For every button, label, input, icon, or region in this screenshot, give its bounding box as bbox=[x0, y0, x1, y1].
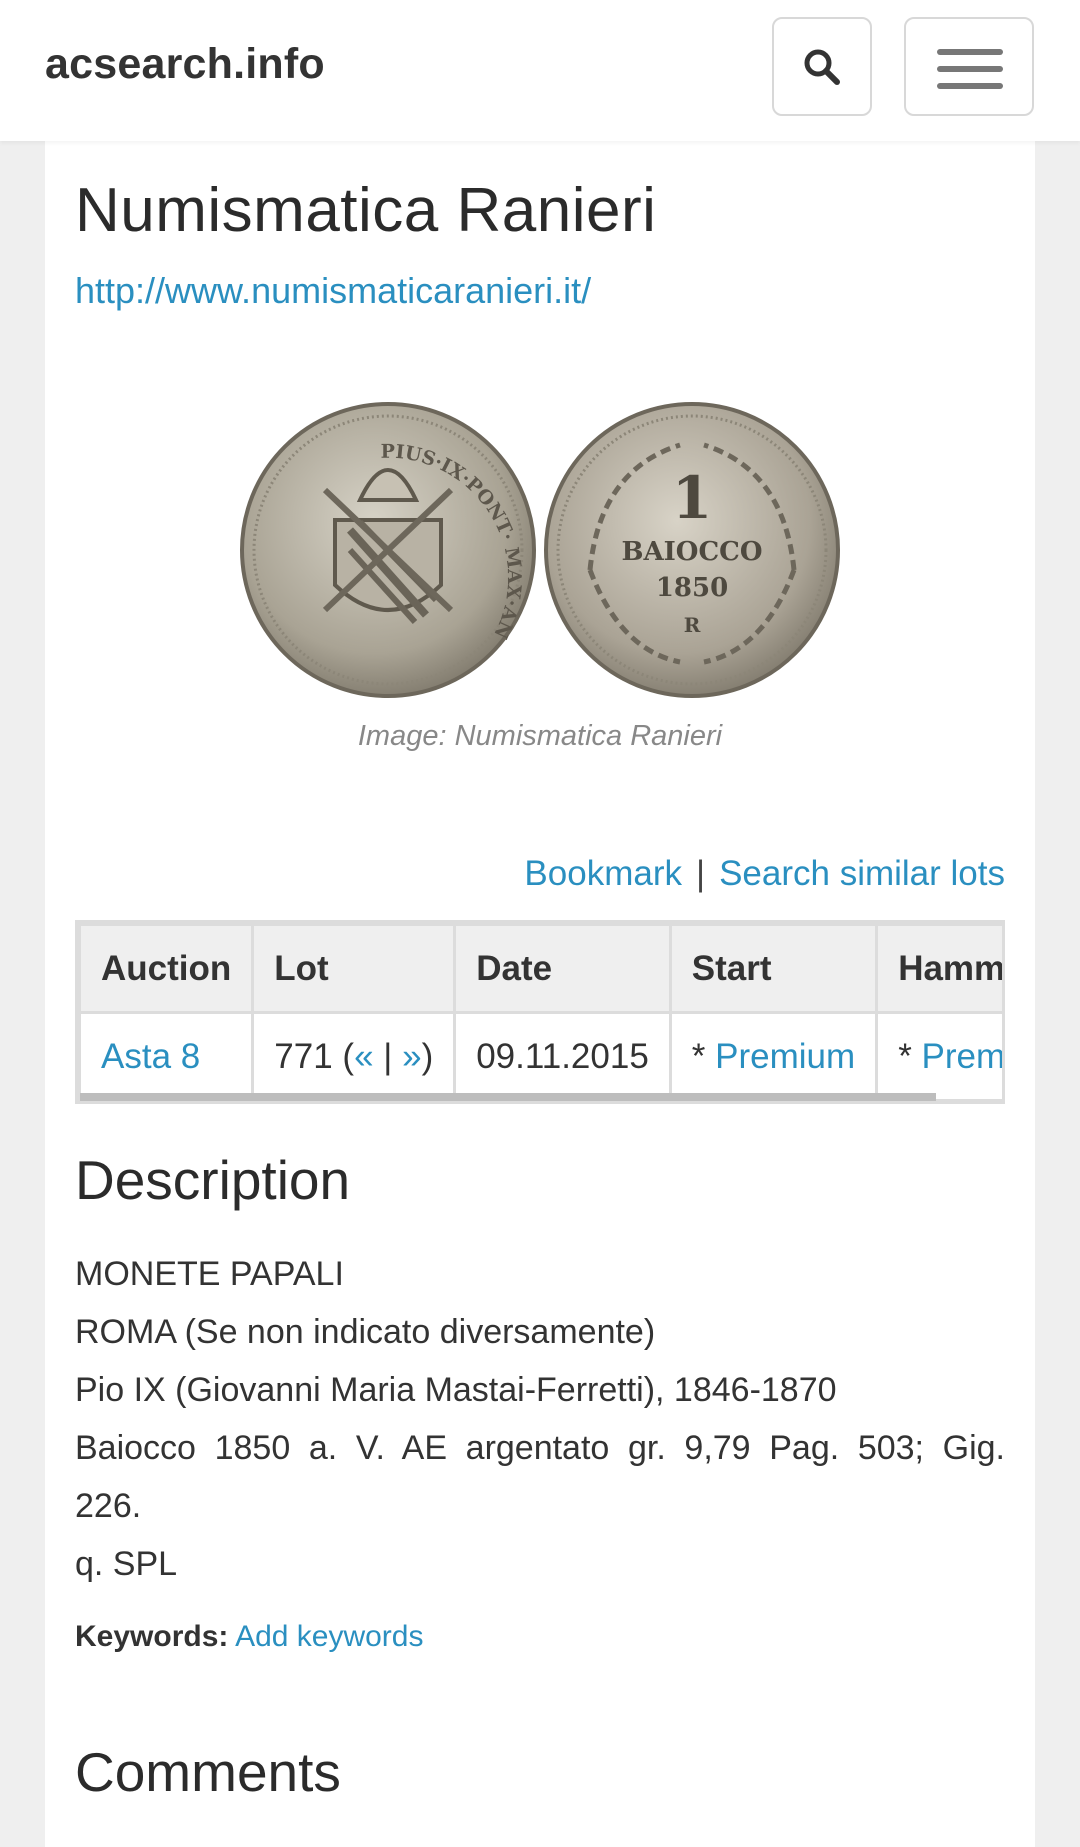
svg-text:1850: 1850 bbox=[656, 573, 728, 603]
lot-number: 771 bbox=[274, 1036, 333, 1076]
column-header-start: Start bbox=[668, 923, 879, 1014]
hammer-premium-link[interactable]: Premium bbox=[922, 1037, 1002, 1076]
add-keywords-link[interactable]: Add keywords bbox=[235, 1620, 423, 1653]
description-line: 226. bbox=[75, 1487, 142, 1525]
image-caption: Image: Numismatica Ranieri bbox=[357, 720, 723, 752]
auction-house-link[interactable]: http://www.numismaticaranieri.it/ bbox=[75, 270, 591, 312]
svg-text:R: R bbox=[684, 613, 701, 637]
column-header-hammer: Hammer bbox=[875, 923, 1002, 1014]
cell-hammer: * Premium bbox=[875, 1011, 1002, 1101]
actions-separator: | bbox=[695, 854, 706, 893]
column-header-date: Date bbox=[453, 923, 672, 1014]
description-line: q. SPL bbox=[75, 1545, 178, 1583]
lot-table: Auction Lot Date Start Hammer Asta 8 771… bbox=[78, 923, 1002, 1101]
description-line: MONETE PAPALI bbox=[75, 1255, 344, 1293]
lot-table-scroll-container[interactable]: Auction Lot Date Start Hammer Asta 8 771… bbox=[75, 920, 1005, 1104]
description-text: MONETE PAPALI ROMA (Se non indicato dive… bbox=[75, 1245, 1005, 1593]
start-prefix: * bbox=[691, 1036, 706, 1076]
column-header-lot: Lot bbox=[251, 923, 457, 1014]
cell-auction: Asta 8 bbox=[78, 1011, 255, 1101]
bookmark-link[interactable]: Bookmark bbox=[524, 854, 682, 893]
cell-date: 09.11.2015 bbox=[453, 1011, 672, 1101]
previous-lot-link[interactable]: « bbox=[354, 1037, 373, 1076]
keywords-label: Keywords: bbox=[75, 1620, 229, 1653]
keywords-row: Keywords: Add keywords bbox=[75, 1620, 424, 1654]
description-line: Baiocco 1850 a. V. AE argentato gr. 9,79… bbox=[75, 1429, 1005, 1467]
top-navbar: acsearch.info bbox=[0, 0, 1080, 141]
coin-image[interactable]: PIUS·IX·PONT· MAX·ANNO·V 1 BAIOCCO 1850 … bbox=[240, 400, 840, 700]
brand-logo[interactable]: acsearch.info bbox=[45, 40, 325, 89]
svg-text:1: 1 bbox=[672, 464, 712, 532]
start-premium-link[interactable]: Premium bbox=[715, 1037, 855, 1076]
lot-actions: Bookmark | Search similar lots bbox=[524, 854, 1005, 894]
cell-start: * Premium bbox=[668, 1011, 879, 1101]
table-header-row: Auction Lot Date Start Hammer bbox=[78, 923, 1002, 1014]
hamburger-menu-icon bbox=[937, 49, 1003, 55]
next-lot-link[interactable]: » bbox=[402, 1037, 421, 1076]
cell-lot: 771 (« | ») bbox=[251, 1011, 457, 1101]
auction-link[interactable]: Asta 8 bbox=[101, 1037, 200, 1076]
comments-heading: Comments bbox=[75, 1741, 341, 1803]
column-header-auction: Auction bbox=[78, 923, 255, 1014]
description-line: ROMA (Se non indicato diversamente) bbox=[75, 1313, 656, 1351]
coin-reverse: 1 BAIOCCO 1850 R bbox=[544, 402, 840, 698]
search-similar-lots-link[interactable]: Search similar lots bbox=[719, 854, 1005, 893]
description-heading: Description bbox=[75, 1149, 351, 1211]
page-title: Numismatica Ranieri bbox=[75, 176, 657, 245]
coin-obverse: PIUS·IX·PONT· MAX·ANNO·V bbox=[240, 400, 536, 698]
svg-text:BAIOCCO: BAIOCCO bbox=[622, 537, 763, 567]
menu-toggle-button[interactable] bbox=[904, 17, 1034, 116]
search-icon bbox=[804, 49, 840, 85]
description-line: Pio IX (Giovanni Maria Mastai-Ferretti),… bbox=[75, 1371, 837, 1409]
hammer-prefix: * bbox=[898, 1036, 912, 1076]
search-button[interactable] bbox=[772, 17, 872, 116]
lot-nav-separator: | bbox=[383, 1036, 393, 1076]
table-row: Asta 8 771 (« | ») 09.11.2015 * Premium … bbox=[78, 1011, 1002, 1101]
